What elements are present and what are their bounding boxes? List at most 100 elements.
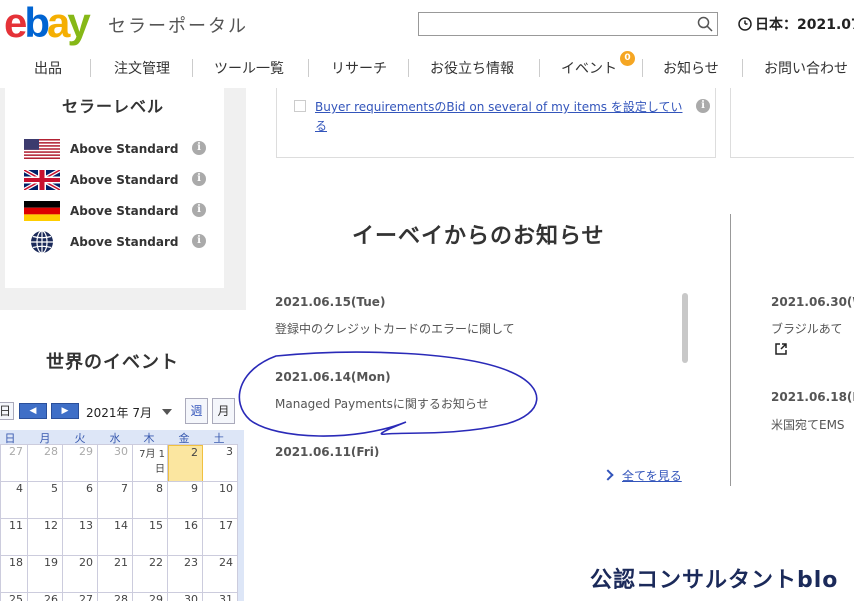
see-all-label: 全てを見る xyxy=(622,469,682,483)
calendar-day[interactable]: 20 xyxy=(63,556,98,593)
news-scrollbar[interactable] xyxy=(682,293,688,363)
calendar-today-button[interactable]: 日 xyxy=(0,402,14,420)
news-item-link[interactable]: 米国宛てEMS xyxy=(771,416,854,433)
external-link-icon[interactable] xyxy=(775,343,787,355)
calendar-day[interactable]: 21 xyxy=(98,556,133,593)
calendar-day[interactable]: 5 xyxy=(28,482,63,519)
nav-separator xyxy=(408,59,409,77)
calendar-day[interactable]: 28 xyxy=(28,445,63,482)
logo-letter-a: a xyxy=(47,0,70,46)
seller-level-row-uk: Above Standard i xyxy=(24,169,214,191)
ebay-logo[interactable]: ebay xyxy=(4,0,91,46)
calendar-day[interactable]: 28 xyxy=(98,593,133,601)
info-icon[interactable]: i xyxy=(696,99,710,113)
chevron-down-icon[interactable] xyxy=(162,409,172,415)
calendar-week-button[interactable]: 週 xyxy=(185,398,208,424)
seller-level-title: セラーレベル xyxy=(62,97,165,116)
calendar-day[interactable]: 3 xyxy=(203,445,238,482)
calendar-day[interactable]: 7 xyxy=(98,482,133,519)
calendar-scrollbar[interactable] xyxy=(238,430,244,601)
annotation-circle xyxy=(238,351,538,437)
nav-separator xyxy=(539,59,540,77)
nav-item-useful-info[interactable]: お役立ち情報 xyxy=(430,58,514,78)
calendar-day[interactable]: 29 xyxy=(133,593,168,601)
calendar-week: 25 26 27 28 29 30 31 xyxy=(1,592,241,601)
news-section-title: イーベイからのお知らせ xyxy=(352,224,605,249)
calendar-day[interactable]: 17 xyxy=(203,519,238,556)
calendar-day[interactable]: 12 xyxy=(28,519,63,556)
local-time: 日本：2021.07. xyxy=(738,14,854,34)
info-icon[interactable]: i xyxy=(192,172,206,186)
calendar-day[interactable]: 31 xyxy=(203,593,238,601)
nav-separator xyxy=(192,59,193,77)
calendar-day[interactable]: 23 xyxy=(168,556,203,593)
calendar-day[interactable]: 30 xyxy=(98,445,133,482)
logo-letter-b: b xyxy=(24,0,50,46)
calendar-week: 27 28 29 30 7月 1日 2 3 xyxy=(0,444,241,482)
calendar-week: 11 12 13 14 15 16 17 xyxy=(0,518,241,556)
portal-title: セラーポータル xyxy=(108,16,248,37)
calendar-day[interactable]: 8 xyxy=(133,482,168,519)
calendar-day[interactable]: 24 xyxy=(203,556,238,593)
seller-level-label: Above Standard xyxy=(70,204,179,218)
calendar-day[interactable]: 13 xyxy=(63,519,98,556)
nav-item-orders[interactable]: 注文管理 xyxy=(114,58,170,78)
calendar-day[interactable]: 27 xyxy=(0,445,28,482)
calendar-day[interactable]: 4 xyxy=(0,482,28,519)
seller-level-label: Above Standard xyxy=(70,235,179,249)
calendar-day[interactable]: 29 xyxy=(63,445,98,482)
nav-item-events[interactable]: イベント xyxy=(561,58,617,78)
calendar-day[interactable]: 18 xyxy=(0,556,28,593)
calendar-day[interactable]: 16 xyxy=(168,519,203,556)
globe-icon xyxy=(31,230,53,254)
calendar-month-button[interactable]: 月 xyxy=(212,398,235,424)
info-icon[interactable]: i xyxy=(192,203,206,217)
event-count-badge: 0 xyxy=(620,51,635,66)
calendar-day[interactable]: 14 xyxy=(98,519,133,556)
triangle-left-icon: ◀ xyxy=(29,406,37,416)
calendar-day[interactable]: 27 xyxy=(63,593,98,601)
search-icon[interactable] xyxy=(697,16,713,32)
calendar-prev-button[interactable]: ◀ xyxy=(19,403,47,419)
search-input[interactable] xyxy=(418,12,718,36)
calendar-day[interactable]: 7月 1日 xyxy=(133,445,168,482)
clock-text: 日本：2021.07. xyxy=(755,17,854,33)
calendar-day[interactable]: 25 xyxy=(0,593,28,601)
news-item-link[interactable]: 登録中のクレジットカードのエラーに関して xyxy=(275,320,515,337)
calendar-day[interactable]: 11 xyxy=(0,519,28,556)
calendar-day[interactable]: 30 xyxy=(168,593,203,601)
triangle-right-icon: ▶ xyxy=(61,406,69,416)
see-all-link[interactable]: 全てを見る xyxy=(602,467,682,484)
info-icon[interactable]: i xyxy=(192,234,206,248)
requirement-checkbox[interactable] xyxy=(294,100,306,112)
news-item-date: 2021.06.15(Tue) xyxy=(275,295,386,309)
us-flag-icon xyxy=(24,139,60,159)
calendar-day[interactable]: 26 xyxy=(28,593,63,601)
calendar-day[interactable]: 19 xyxy=(28,556,63,593)
calendar-day[interactable]: 15 xyxy=(133,519,168,556)
news-item-date: 2021.06.30(W xyxy=(771,295,854,309)
calendar-day-today[interactable]: 2 xyxy=(168,445,203,482)
calendar-day[interactable]: 10 xyxy=(203,482,238,519)
nav-item-research[interactable]: リサーチ xyxy=(331,58,387,78)
nav-separator xyxy=(642,59,643,77)
nav-item-contact[interactable]: お問い合わせ xyxy=(764,58,848,78)
requirement-link[interactable]: Buyer requirementsのBid on several of my … xyxy=(315,98,690,136)
nav-item-listing[interactable]: 出品 xyxy=(34,58,62,78)
de-flag-icon xyxy=(24,201,60,221)
news-divider xyxy=(730,214,731,486)
news-item-link[interactable]: ブラジルあて xyxy=(771,320,854,337)
calendar-day[interactable]: 22 xyxy=(133,556,168,593)
side-panel xyxy=(730,88,854,158)
calendar-day[interactable]: 6 xyxy=(63,482,98,519)
nav-separator xyxy=(742,59,743,77)
news-item-date: 2021.06.18(F xyxy=(771,390,854,404)
info-icon[interactable]: i xyxy=(192,141,206,155)
calendar-next-button[interactable]: ▶ xyxy=(51,403,79,419)
logo-letter-y: y xyxy=(67,0,90,46)
seller-level-row-us: Above Standard i xyxy=(24,138,214,160)
calendar-day[interactable]: 9 xyxy=(168,482,203,519)
nav-item-tools[interactable]: ツール一覧 xyxy=(214,58,284,78)
nav-item-notices[interactable]: お知らせ xyxy=(663,58,719,78)
calendar-month-label[interactable]: 2021年 7月 xyxy=(86,404,152,421)
